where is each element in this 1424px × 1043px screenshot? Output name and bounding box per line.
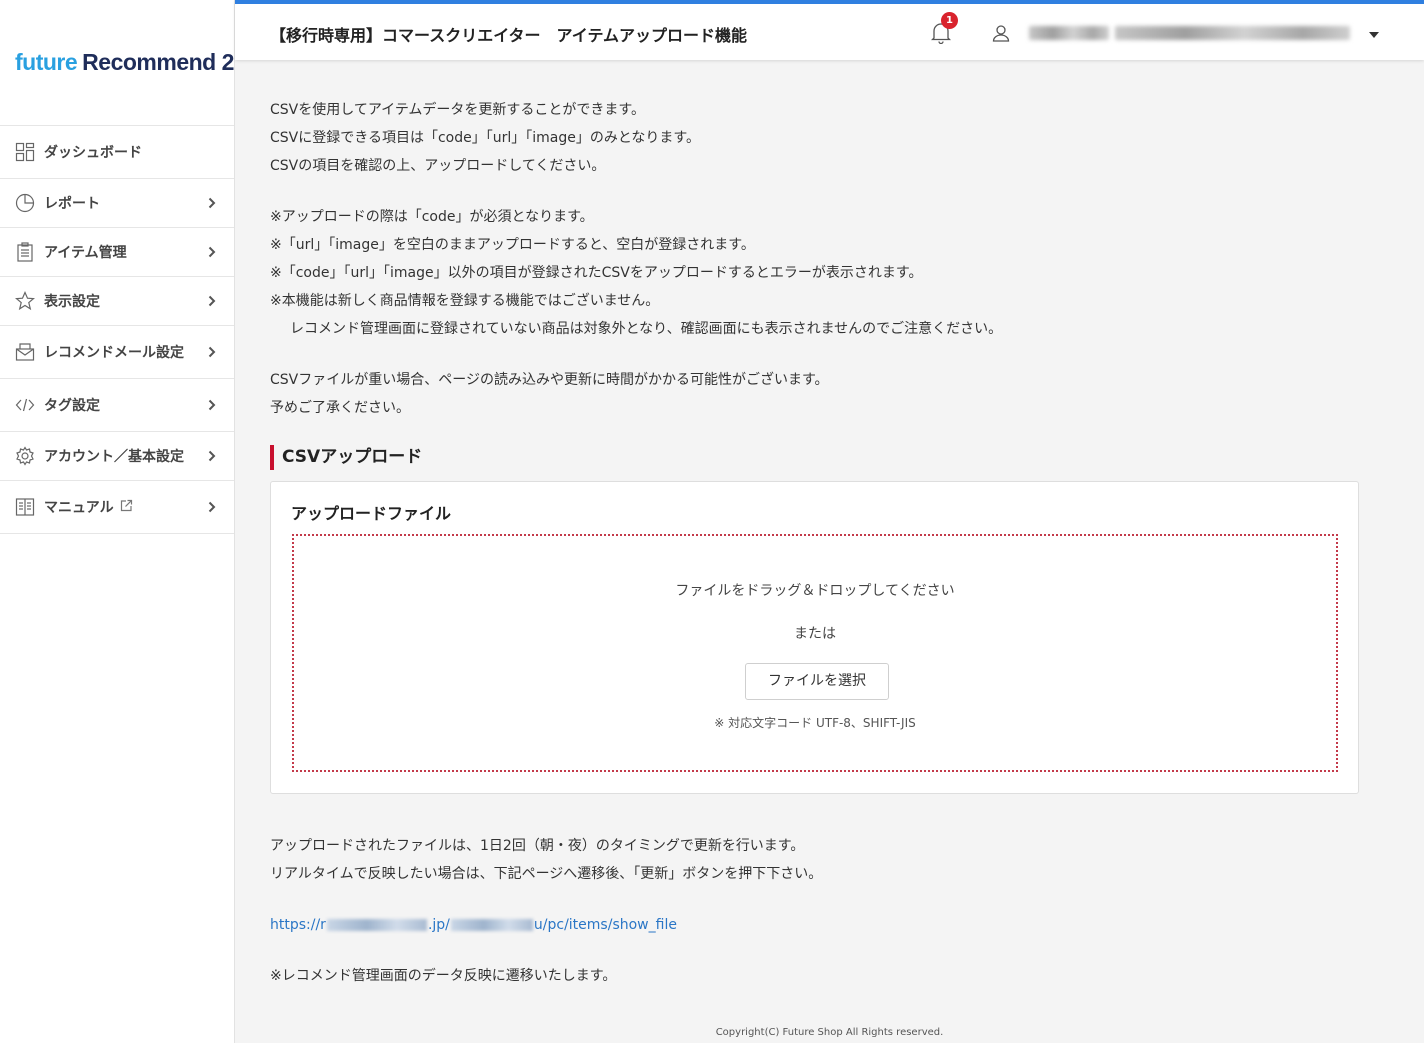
intro-text: CSVを使用してアイテムデータを更新することができます。 CSVに登録できる項目… — [270, 96, 1370, 422]
redacted-text — [450, 919, 533, 931]
logo-part-future: future — [15, 49, 78, 75]
link-middle: .jp/ — [427, 917, 450, 933]
chevron-right-icon — [206, 246, 218, 258]
header-bar: 【移行時専用】コマースクリエイター アイテムアップロード機能 1 — [235, 0, 1424, 60]
sidebar-item-label: 表示設定 — [44, 294, 100, 310]
gear-icon — [15, 446, 35, 466]
redacted-text — [1115, 26, 1350, 40]
code-icon — [15, 395, 35, 415]
file-dropzone[interactable]: ファイルをドラッグ＆ドロップしてください または ファイルを選択 ※ 対応文字コ… — [292, 534, 1338, 772]
sidebar-item-label: タグ設定 — [44, 398, 100, 414]
sidebar-item-label: レポート — [44, 196, 100, 212]
sidebar-item-display-settings[interactable]: 表示設定 — [0, 277, 234, 326]
chevron-right-icon — [206, 399, 218, 411]
sidebar-item-report[interactable]: レポート — [0, 179, 234, 228]
sidebar-item-label: アカウント／基本設定 — [44, 449, 184, 465]
note-line: ※「url」「image」を空白のままアップロードすると、空白が登録されます。 — [270, 237, 755, 253]
note-line: レコメンド管理画面に登録されていない商品は対象外となり、確認画面にも表示されませ… — [290, 321, 1003, 337]
chevron-right-icon — [206, 450, 218, 462]
warning-line: CSVファイルが重い場合、ページの読み込みや更新に時間がかかる可能性がございます… — [270, 372, 829, 388]
sidebar-item-tag-settings[interactable]: タグ設定 — [0, 379, 234, 432]
upload-card: アップロードファイル ファイルをドラッグ＆ドロップしてください または ファイル… — [270, 481, 1359, 794]
logo[interactable]: future Recommend 2 — [0, 0, 234, 126]
encoding-note: ※ 対応文字コード UTF-8、SHIFT-JIS — [714, 716, 916, 730]
intro-line: CSVに登録できる項目は「code」「url」「image」のみとなります。 — [270, 130, 701, 146]
logo-part-recommend: Recommend 2 — [82, 49, 234, 75]
sidebar-item-manual[interactable]: マニュアル — [0, 481, 234, 534]
dashboard-grid-icon — [15, 142, 35, 162]
show-file-link[interactable]: https://r .jp/ u/pc/items/show_file — [270, 911, 1370, 939]
redacted-text — [1029, 26, 1109, 40]
chevron-right-icon — [206, 295, 218, 307]
book-icon — [15, 497, 35, 517]
star-icon — [15, 291, 35, 311]
clipboard-icon — [15, 242, 35, 262]
page-title: 【移行時専用】コマースクリエイター アイテムアップロード機能 — [270, 26, 747, 45]
link-prefix: https://r — [270, 917, 326, 933]
sidebar-item-items[interactable]: アイテム管理 — [0, 228, 234, 277]
notification-badge: 1 — [941, 12, 958, 29]
chevron-right-icon — [206, 197, 218, 209]
info-note: ※レコメンド管理画面のデータ反映に遷移いたします。 — [270, 968, 617, 984]
mail-icon — [15, 342, 35, 362]
link-suffix: u/pc/items/show_file — [533, 917, 677, 933]
sidebar-item-label: マニュアル — [44, 500, 114, 516]
redacted-text — [326, 919, 427, 931]
sidebar-item-label: アイテム管理 — [44, 245, 127, 261]
chevron-right-icon — [206, 501, 218, 513]
footer-copyright: Copyright(C) Future Shop All Rights rese… — [715, 1027, 944, 1038]
note-line: ※本機能は新しく商品情報を登録する機能ではございません。 — [270, 293, 660, 309]
user-name-redacted[interactable] — [1029, 26, 1359, 40]
warning-line: 予めご了承ください。 — [270, 400, 410, 416]
sidebar-item-dashboard[interactable]: ダッシュボード — [0, 126, 234, 179]
external-link-icon — [120, 499, 206, 515]
pie-chart-icon — [15, 193, 35, 213]
info-line: リアルタイムで反映したい場合は、下記ページへ遷移後、「更新」ボタンを押下下さい。 — [270, 866, 823, 882]
intro-line: CSVを使用してアイテムデータを更新することができます。 — [270, 102, 646, 118]
section-heading-csv-upload: CSVアップロード — [270, 445, 422, 470]
intro-line: CSVの項目を確認の上、アップロードしてください。 — [270, 158, 606, 174]
drop-instruction: ファイルをドラッグ＆ドロップしてください — [675, 583, 955, 599]
sidebar-item-account-settings[interactable]: アカウント／基本設定 — [0, 432, 234, 481]
bottom-text: アップロードされたファイルは、1日2回（朝・夜）のタイミングで更新を行います。 … — [270, 832, 1370, 990]
sidebar: future Recommend 2 ダッシュボード レポート アイテム管理 表… — [0, 0, 235, 1043]
card-title: アップロードファイル — [291, 504, 452, 523]
user-icon[interactable] — [992, 24, 1010, 42]
choose-file-button[interactable]: ファイルを選択 — [745, 663, 889, 700]
info-line: アップロードされたファイルは、1日2回（朝・夜）のタイミングで更新を行います。 — [270, 838, 805, 854]
caret-down-icon[interactable] — [1369, 32, 1379, 38]
note-line: ※アップロードの際は「code」が必須となります。 — [270, 209, 594, 225]
note-line: ※「code」「url」「image」以外の項目が登録されたCSVをアップロード… — [270, 265, 923, 281]
or-text: または — [794, 626, 836, 642]
chevron-right-icon — [206, 346, 218, 358]
sidebar-item-label: レコメンドメール設定 — [44, 345, 184, 361]
sidebar-item-recommend-mail[interactable]: レコメンドメール設定 — [0, 326, 234, 379]
sidebar-item-label: ダッシュボード — [44, 145, 142, 161]
